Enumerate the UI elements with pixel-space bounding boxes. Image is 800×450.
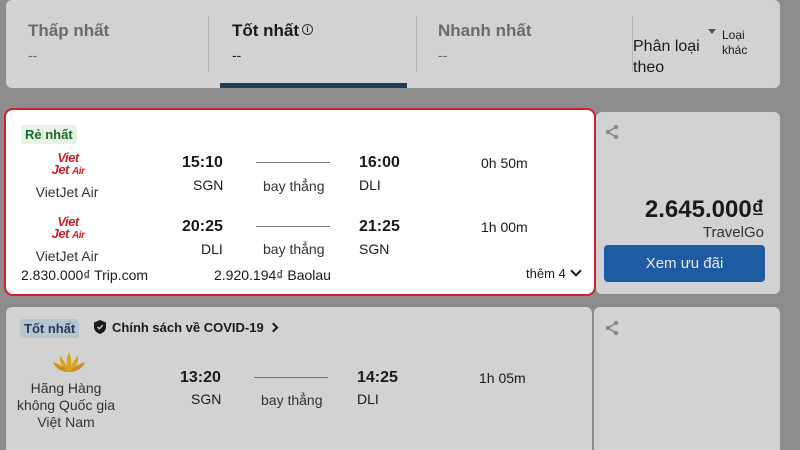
share-icon[interactable] — [604, 124, 620, 140]
more-prices-button[interactable]: thêm 4 — [526, 265, 582, 281]
view-deal-button[interactable]: Xem ưu đãi — [604, 245, 765, 282]
shield-icon — [94, 320, 106, 334]
share-icon[interactable] — [604, 320, 620, 336]
cheapest-price-panel: 2.645.000₫ TravelGo Xem ưu đãi — [596, 112, 780, 294]
depart-time: 13:20 — [180, 369, 221, 386]
tab-best[interactable]: Tốt nhất i -- — [208, 0, 408, 88]
sort-by-label: Phân loại theo — [633, 38, 700, 76]
depart-time: 15:10 — [182, 154, 223, 171]
tab-fastest-value: -- — [438, 47, 448, 63]
airline-name: VietJet Air — [35, 248, 99, 264]
arrive-airport: SGN — [359, 241, 390, 257]
tab-fastest[interactable]: Nhanh nhất -- — [416, 0, 616, 88]
arrive-time: 21:25 — [359, 218, 400, 235]
best-itinerary-card[interactable]: Tốt nhất Chính sách về COVID-19 Hãng Hàn… — [6, 307, 592, 450]
vietjet-logo: Viet Jet Air — [51, 214, 85, 241]
best-price-panel — [594, 307, 780, 450]
arrive-time: 14:25 — [357, 369, 398, 386]
depart-airport: DLI — [201, 241, 223, 257]
tab-cheapest-label: Thấp nhất — [28, 21, 110, 40]
best-badge: Tốt nhất — [20, 319, 80, 338]
arrive-airport: DLI — [359, 177, 381, 193]
sort-bar: Thấp nhất -- Tốt nhất i -- Nhanh nhất -- … — [6, 0, 780, 88]
cheapest-badge: Rẻ nhất — [21, 125, 77, 144]
vietnam-airlines-lotus-icon — [53, 352, 85, 372]
info-icon[interactable]: i — [302, 24, 314, 35]
other-sort-dropdown[interactable]: Loại khác — [708, 28, 756, 58]
other-price-baolau[interactable]: 2.920.194₫ Baolau — [214, 267, 331, 283]
cheapest-itinerary-card[interactable]: Rẻ nhất Viet Jet Air VietJet Air 15:10 SG… — [4, 108, 596, 296]
tab-cheapest-value: -- — [28, 47, 38, 63]
tab-best-title: Tốt nhất i — [232, 21, 314, 41]
stops-label: bay thẳng — [263, 178, 325, 194]
other-price-trip-com[interactable]: 2.830.000₫ Trip.com — [21, 267, 148, 283]
dropdown-arrow-icon — [708, 29, 716, 34]
depart-airport: SGN — [191, 391, 222, 407]
tab-best-value: -- — [232, 47, 242, 63]
airline-name: VietJet Air — [35, 184, 99, 200]
more-prices-label: thêm 4 — [526, 266, 566, 281]
chevron-right-icon — [268, 322, 279, 333]
route-line — [254, 377, 328, 378]
flight-duration: 0h 50m — [481, 155, 528, 171]
route-line — [256, 162, 330, 163]
covid-policy-link[interactable]: Chính sách về COVID-19 — [94, 320, 279, 335]
depart-time: 20:25 — [182, 218, 223, 235]
tab-cheapest[interactable]: Thấp nhất -- — [6, 0, 206, 88]
arrive-time: 16:00 — [359, 154, 400, 171]
depart-airport: SGN — [193, 177, 224, 193]
tab-fastest-label: Nhanh nhất — [438, 21, 532, 40]
stops-label: bay thẳng — [263, 241, 325, 257]
price-provider: TravelGo — [702, 224, 764, 241]
flight-duration: 1h 00m — [481, 219, 528, 235]
airline-name: Hãng Hàng không Quốc gia Việt Nam — [16, 380, 116, 430]
flight-duration: 1h 05m — [479, 370, 526, 386]
arrive-airport: DLI — [357, 391, 379, 407]
covid-policy-label: Chính sách về COVID-19 — [112, 320, 264, 335]
active-tab-indicator — [220, 83, 407, 88]
best-price: 2.645.000₫ — [644, 196, 764, 223]
vietjet-logo: Viet Jet Air — [51, 150, 85, 177]
chevron-down-icon — [570, 265, 582, 277]
stops-label: bay thẳng — [261, 392, 323, 408]
other-sort-label: Loại khác — [722, 28, 748, 57]
route-line — [256, 226, 330, 227]
tab-best-label: Tốt nhất — [232, 21, 300, 40]
